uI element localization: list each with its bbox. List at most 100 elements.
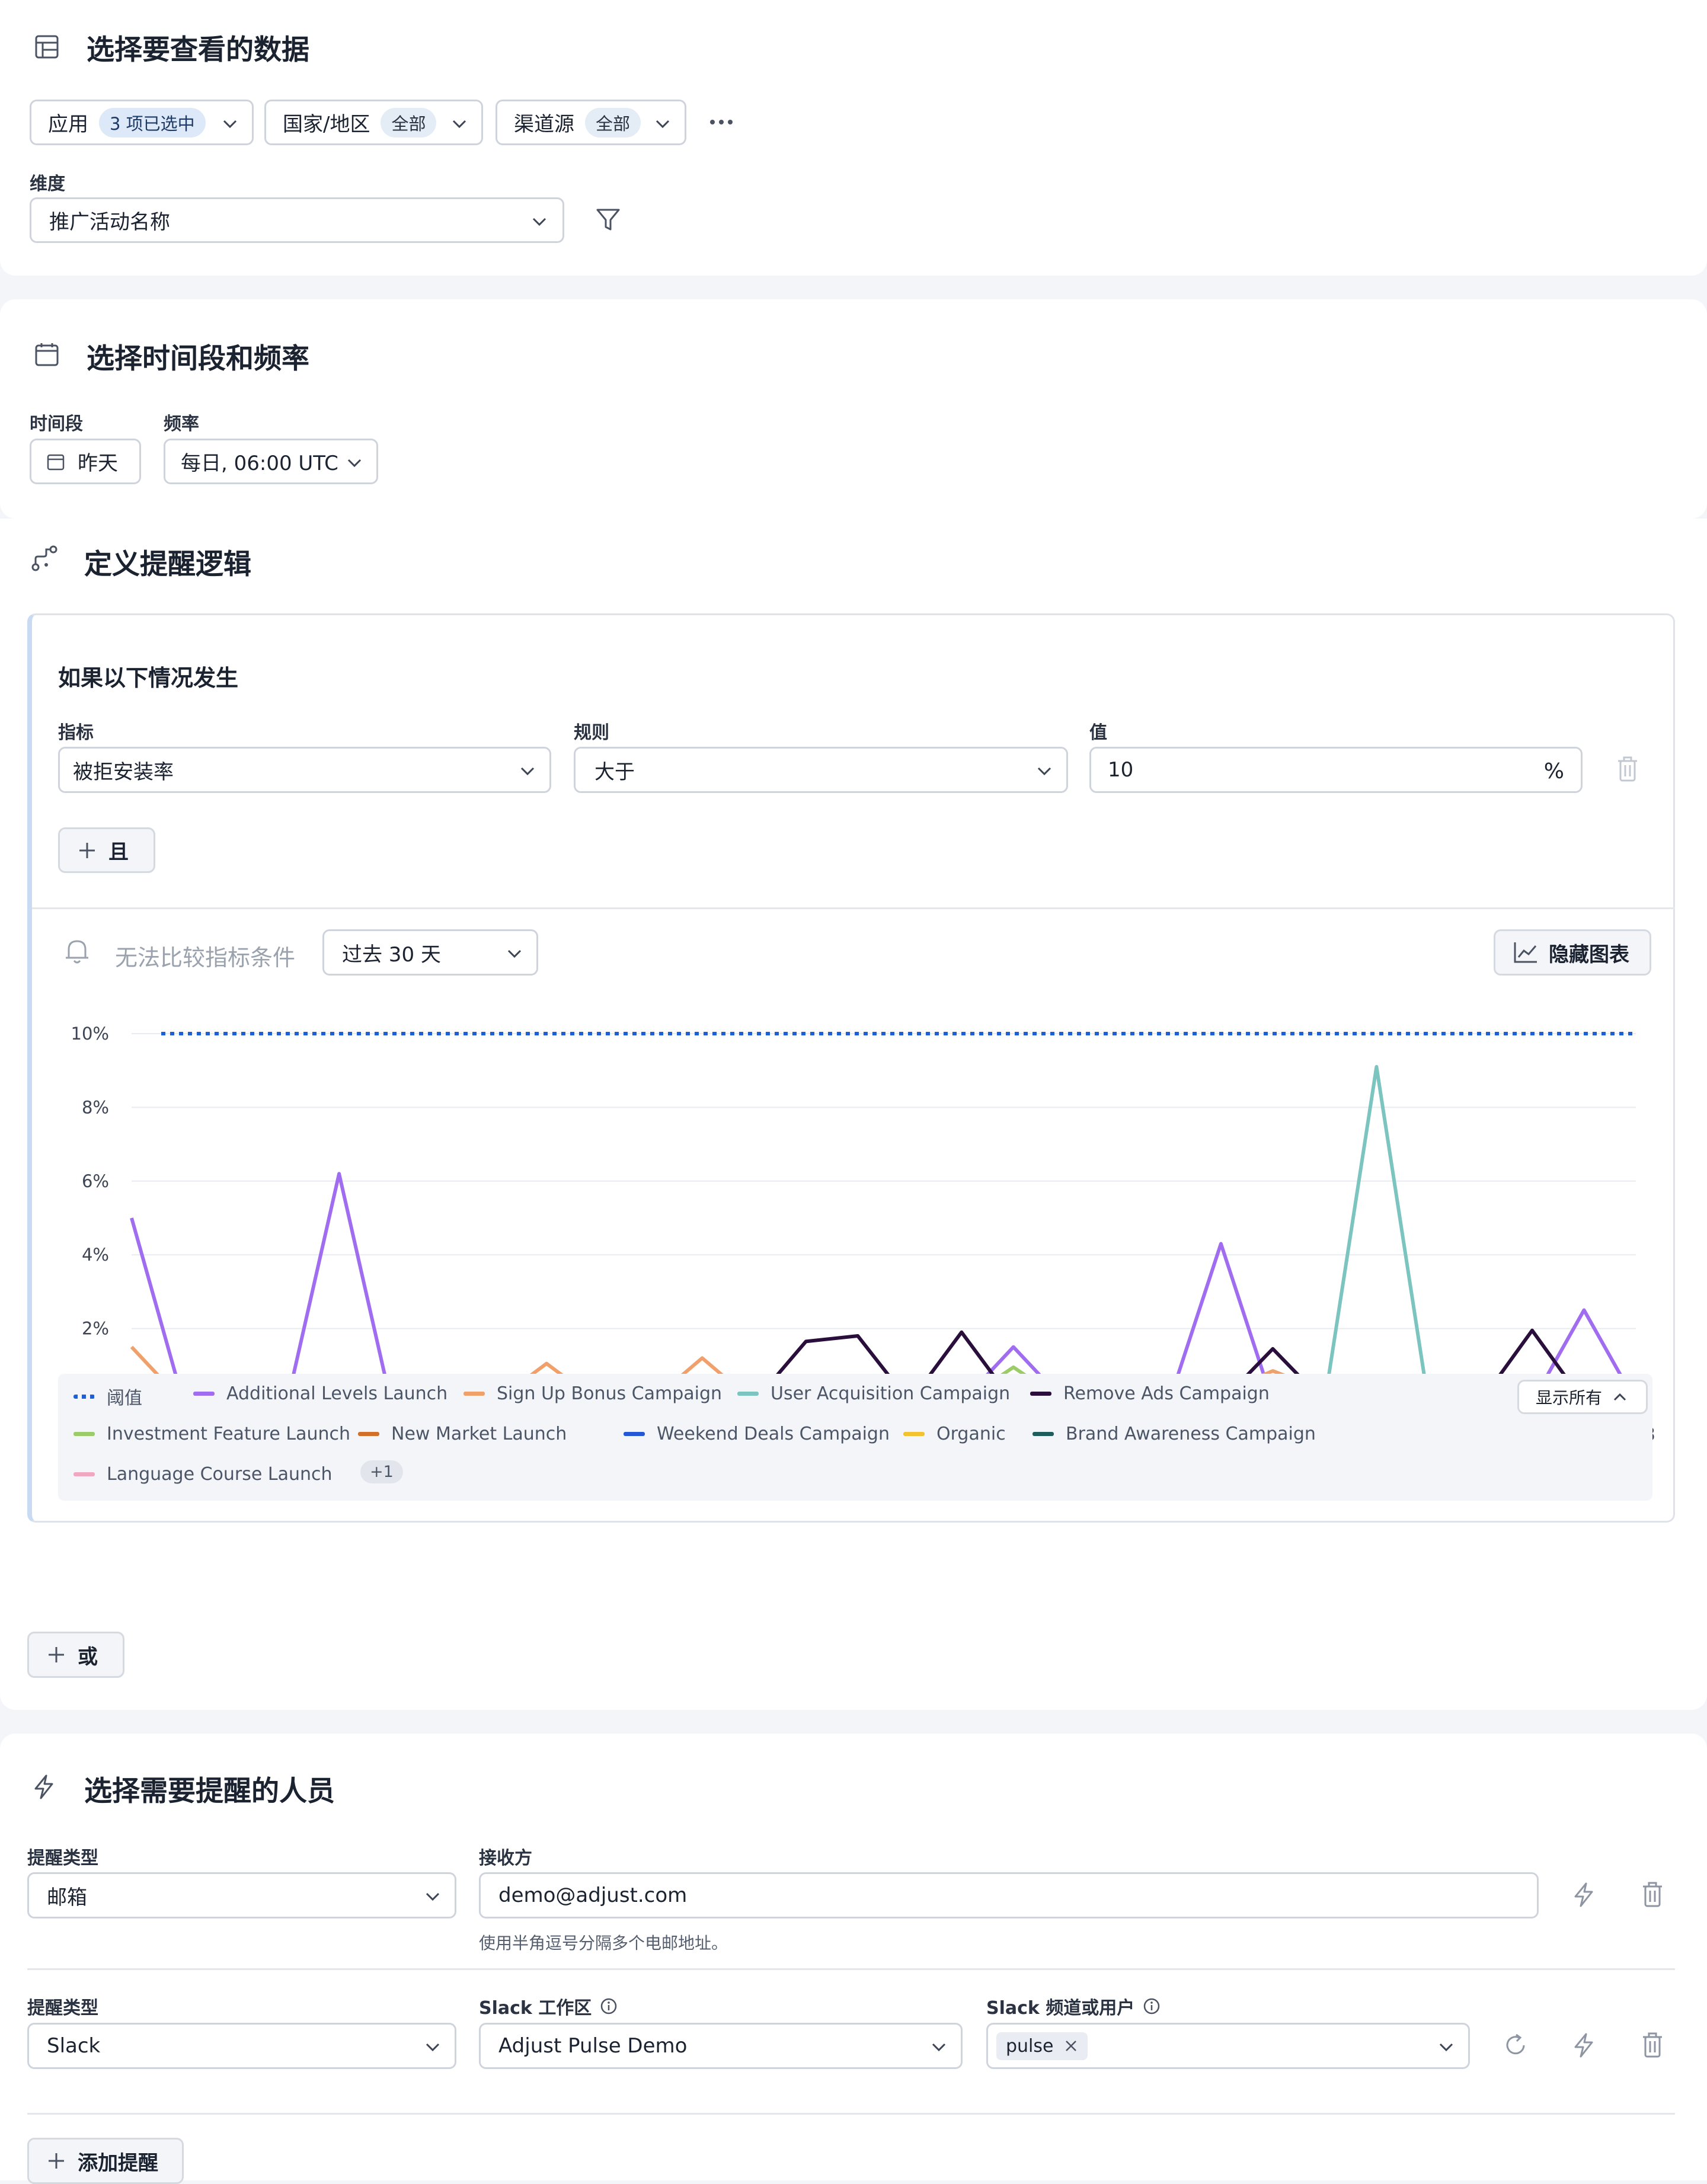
time-section-title: 选择时间段和频率 (87, 343, 309, 375)
trash-icon[interactable] (1641, 1882, 1664, 1908)
value-label: 值 (1089, 722, 1107, 743)
y-tick-label: 8% (82, 1097, 109, 1117)
condition-title: 如果以下情况发生 (58, 665, 239, 691)
filter-icon[interactable] (595, 207, 621, 233)
alert-type-value: 邮箱 (47, 1885, 87, 1910)
close-icon[interactable] (1064, 2039, 1078, 2053)
info-icon[interactable] (600, 1997, 618, 2015)
legend-item[interactable]: Additional Levels Launch (193, 1383, 447, 1404)
legend-item[interactable]: Sign Up Bonus Campaign (463, 1383, 722, 1404)
condition-group: 如果以下情况发生 指标 被拒安装率 规则 大于 值 10 % 且 无法比较指标条… (27, 613, 1675, 1523)
legend-label: Language Course Launch (107, 1464, 333, 1485)
trash-icon[interactable] (1616, 756, 1639, 782)
legend-item[interactable]: Remove Ads Campaign (1030, 1383, 1270, 1404)
lightning-icon[interactable] (1572, 2032, 1596, 2058)
trash-icon[interactable] (1641, 2032, 1664, 2058)
app-filter-label: 应用 (48, 113, 88, 136)
alert-type-dropdown[interactable]: 邮箱 (27, 1872, 456, 1918)
range-value: 过去 30 天 (342, 942, 441, 967)
or-button[interactable]: 或 (27, 1632, 124, 1678)
alert-editor-page: 选择要查看的数据 应用 3 项已选中 国家/地区 全部 渠道源 全部 维度 推广… (0, 0, 1707, 2184)
alert-type-dropdown[interactable]: Slack (27, 2023, 456, 2069)
recipient-email-input[interactable]: demo@adjust.com (479, 1872, 1539, 1918)
dimension-label: 维度 (30, 174, 65, 194)
logic-section-title: 定义提醒逻辑 (84, 548, 251, 581)
recipients-section-title: 选择需要提醒的人员 (84, 1775, 335, 1808)
legend-swatch (1030, 1392, 1051, 1396)
legend-swatch (463, 1392, 485, 1396)
divider (32, 907, 1675, 909)
show-all-label: 显示所有 (1536, 1388, 1603, 1408)
data-selection-card: 选择要查看的数据 应用 3 项已选中 国家/地区 全部 渠道源 全部 维度 推广… (0, 0, 1707, 276)
legend-item[interactable]: 阈值 (73, 1383, 142, 1409)
hide-chart-button[interactable]: 隐藏图表 (1494, 929, 1651, 976)
legend-item[interactable]: Brand Awareness Campaign (1032, 1424, 1316, 1444)
plus-icon (79, 842, 95, 858)
time-selection-card: 选择时间段和频率 时间段 昨天 频率 每日, 06:00 UTC (0, 299, 1707, 519)
metric-dropdown[interactable]: 被拒安装率 (58, 747, 551, 793)
add-alert-label: 添加提醒 (78, 2151, 158, 2175)
chevron-down-icon (656, 120, 670, 129)
legend-label: 阈值 (107, 1388, 142, 1409)
legend-label: Sign Up Bonus Campaign (497, 1383, 723, 1404)
chevron-down-icon (223, 120, 237, 129)
legend-more-badge[interactable]: +1 (360, 1460, 403, 1483)
slack-workspace-dropdown[interactable]: Adjust Pulse Demo (479, 2023, 963, 2069)
and-button-label: 且 (108, 840, 129, 864)
metric-label: 指标 (58, 722, 94, 743)
period-selector[interactable]: 昨天 (30, 439, 141, 484)
y-tick-label: 2% (82, 1319, 109, 1339)
y-tick-label: 4% (82, 1245, 109, 1265)
chevron-down-icon (507, 949, 522, 958)
slack-channel-chip-label: pulse (1006, 2035, 1054, 2057)
more-options-icon[interactable] (709, 116, 734, 128)
show-all-button[interactable]: 显示所有 (1517, 1380, 1648, 1414)
range-dropdown[interactable]: 过去 30 天 (322, 929, 538, 976)
legend-label: New Market Launch (391, 1424, 567, 1444)
compare-status-text: 无法比较指标条件 (115, 945, 296, 971)
chart-legend: 显示所有 阈值 Additional Levels Launch Sign Up B… (58, 1374, 1652, 1501)
source-filter-dropdown[interactable]: 渠道源 全部 (496, 100, 686, 145)
dimension-value: 推广活动名称 (49, 210, 170, 234)
alert-logic-card: 定义提醒逻辑 如果以下情况发生 指标 被拒安装率 规则 大于 值 10 % 且 … (0, 519, 1707, 1710)
data-section-title: 选择要查看的数据 (87, 34, 309, 66)
chevron-down-icon (1037, 767, 1051, 776)
legend-swatch (73, 1472, 95, 1476)
dimension-dropdown[interactable]: 推广活动名称 (30, 197, 564, 243)
legend-label: Remove Ads Campaign (1063, 1383, 1270, 1404)
slack-channel-select[interactable]: pulse (986, 2023, 1470, 2069)
rule-label: 规则 (574, 722, 609, 743)
legend-item[interactable]: Investment Feature Launch (73, 1424, 350, 1444)
chevron-down-icon (1439, 2043, 1453, 2052)
alert-type-value: Slack (47, 2034, 101, 2058)
chevron-down-icon (426, 1892, 440, 1901)
bell-icon (66, 940, 88, 964)
and-button[interactable]: 且 (58, 827, 155, 873)
slack-workspace-label-text: Slack 工作区 (479, 1998, 592, 2019)
country-filter-dropdown[interactable]: 国家/地区 全部 (264, 100, 483, 145)
legend-item[interactable]: Weekend Deals Campaign (624, 1424, 890, 1444)
legend-item[interactable]: New Market Launch (358, 1424, 567, 1444)
legend-swatch (737, 1392, 759, 1396)
legend-swatch (73, 1432, 95, 1436)
info-icon[interactable] (1143, 1997, 1161, 2015)
value-input[interactable]: 10 % (1089, 747, 1583, 793)
app-filter-dropdown[interactable]: 应用 3 项已选中 (30, 100, 254, 145)
recipients-card: 选择需要提醒的人员 提醒类型 邮箱 接收方 demo@adjust.com 使用… (0, 1734, 1707, 2184)
chevron-down-icon (520, 767, 535, 776)
legend-item[interactable]: Language Course Launch (73, 1464, 333, 1485)
chevron-down-icon (426, 2043, 440, 2052)
add-alert-button[interactable]: 添加提醒 (27, 2138, 184, 2184)
y-tick-label: 6% (82, 1171, 109, 1191)
source-filter-label: 渠道源 (514, 113, 574, 136)
plus-icon (49, 2153, 64, 2169)
source-filter-badge: 全部 (585, 107, 641, 138)
rule-dropdown[interactable]: 大于 (574, 747, 1068, 793)
lightning-icon[interactable] (1572, 1882, 1596, 1908)
refresh-icon[interactable] (1503, 2032, 1528, 2058)
frequency-dropdown[interactable]: 每日, 06:00 UTC (164, 439, 378, 484)
legend-item[interactable]: User Acquisition Campaign (737, 1383, 1010, 1404)
chevron-down-icon (532, 218, 546, 226)
calendar-icon (35, 343, 59, 366)
legend-item[interactable]: Organic (903, 1424, 1006, 1444)
